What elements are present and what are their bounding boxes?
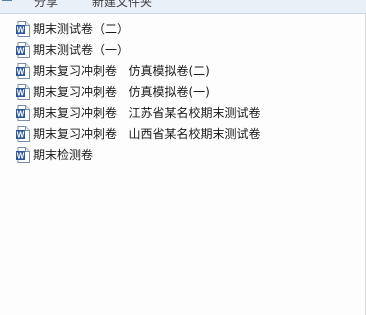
- file-name: 期末检测卷: [33, 148, 94, 162]
- word-document-icon: W: [16, 62, 30, 79]
- file-name: 期末测试卷（二）: [33, 22, 130, 36]
- toolbar-partial-icon[interactable]: [2, 0, 12, 7]
- svg-text:W: W: [17, 109, 25, 118]
- file-name: 期末复习冲刺卷 仿真模拟卷(二): [33, 64, 210, 78]
- share-button[interactable]: 分享: [34, 0, 58, 10]
- svg-text:W: W: [17, 25, 25, 34]
- word-document-icon: W: [16, 83, 30, 100]
- word-document-icon: W: [16, 125, 30, 142]
- svg-text:W: W: [17, 67, 25, 76]
- file-name: 期末复习冲刺卷 山西省某名校期末测试卷: [33, 127, 261, 141]
- file-name: 期末测试卷（一）: [33, 43, 130, 57]
- word-document-icon: W: [16, 104, 30, 121]
- file-explorer-window: 分享 新建文件夹 W 期末测试卷（二） W 期末测试卷（一） W 期末复习冲刺卷…: [0, 0, 366, 315]
- svg-text:W: W: [17, 151, 25, 160]
- word-document-icon: W: [16, 41, 30, 58]
- file-item[interactable]: W 期末复习冲刺卷 山西省某名校期末测试卷: [16, 123, 264, 144]
- file-item[interactable]: W 期末复习冲刺卷 仿真模拟卷(二): [16, 60, 264, 81]
- svg-text:W: W: [17, 46, 25, 55]
- toolbar: 分享 新建文件夹: [0, 0, 366, 14]
- word-document-icon: W: [16, 20, 30, 37]
- file-list: W 期末测试卷（二） W 期末测试卷（一） W 期末复习冲刺卷 仿真模拟卷(二)…: [16, 18, 264, 165]
- new-folder-button[interactable]: 新建文件夹: [92, 0, 152, 10]
- file-item[interactable]: W 期末复习冲刺卷 仿真模拟卷(一): [16, 81, 264, 102]
- file-name: 期末复习冲刺卷 仿真模拟卷(一): [33, 85, 210, 99]
- svg-text:W: W: [17, 88, 25, 97]
- file-item[interactable]: W 期末检测卷: [16, 144, 264, 165]
- svg-text:W: W: [17, 130, 25, 139]
- file-item[interactable]: W 期末复习冲刺卷 江苏省某名校期末测试卷: [16, 102, 264, 123]
- word-document-icon: W: [16, 146, 30, 163]
- file-name: 期末复习冲刺卷 江苏省某名校期末测试卷: [33, 106, 261, 120]
- file-item[interactable]: W 期末测试卷（二）: [16, 18, 264, 39]
- file-item[interactable]: W 期末测试卷（一）: [16, 39, 264, 60]
